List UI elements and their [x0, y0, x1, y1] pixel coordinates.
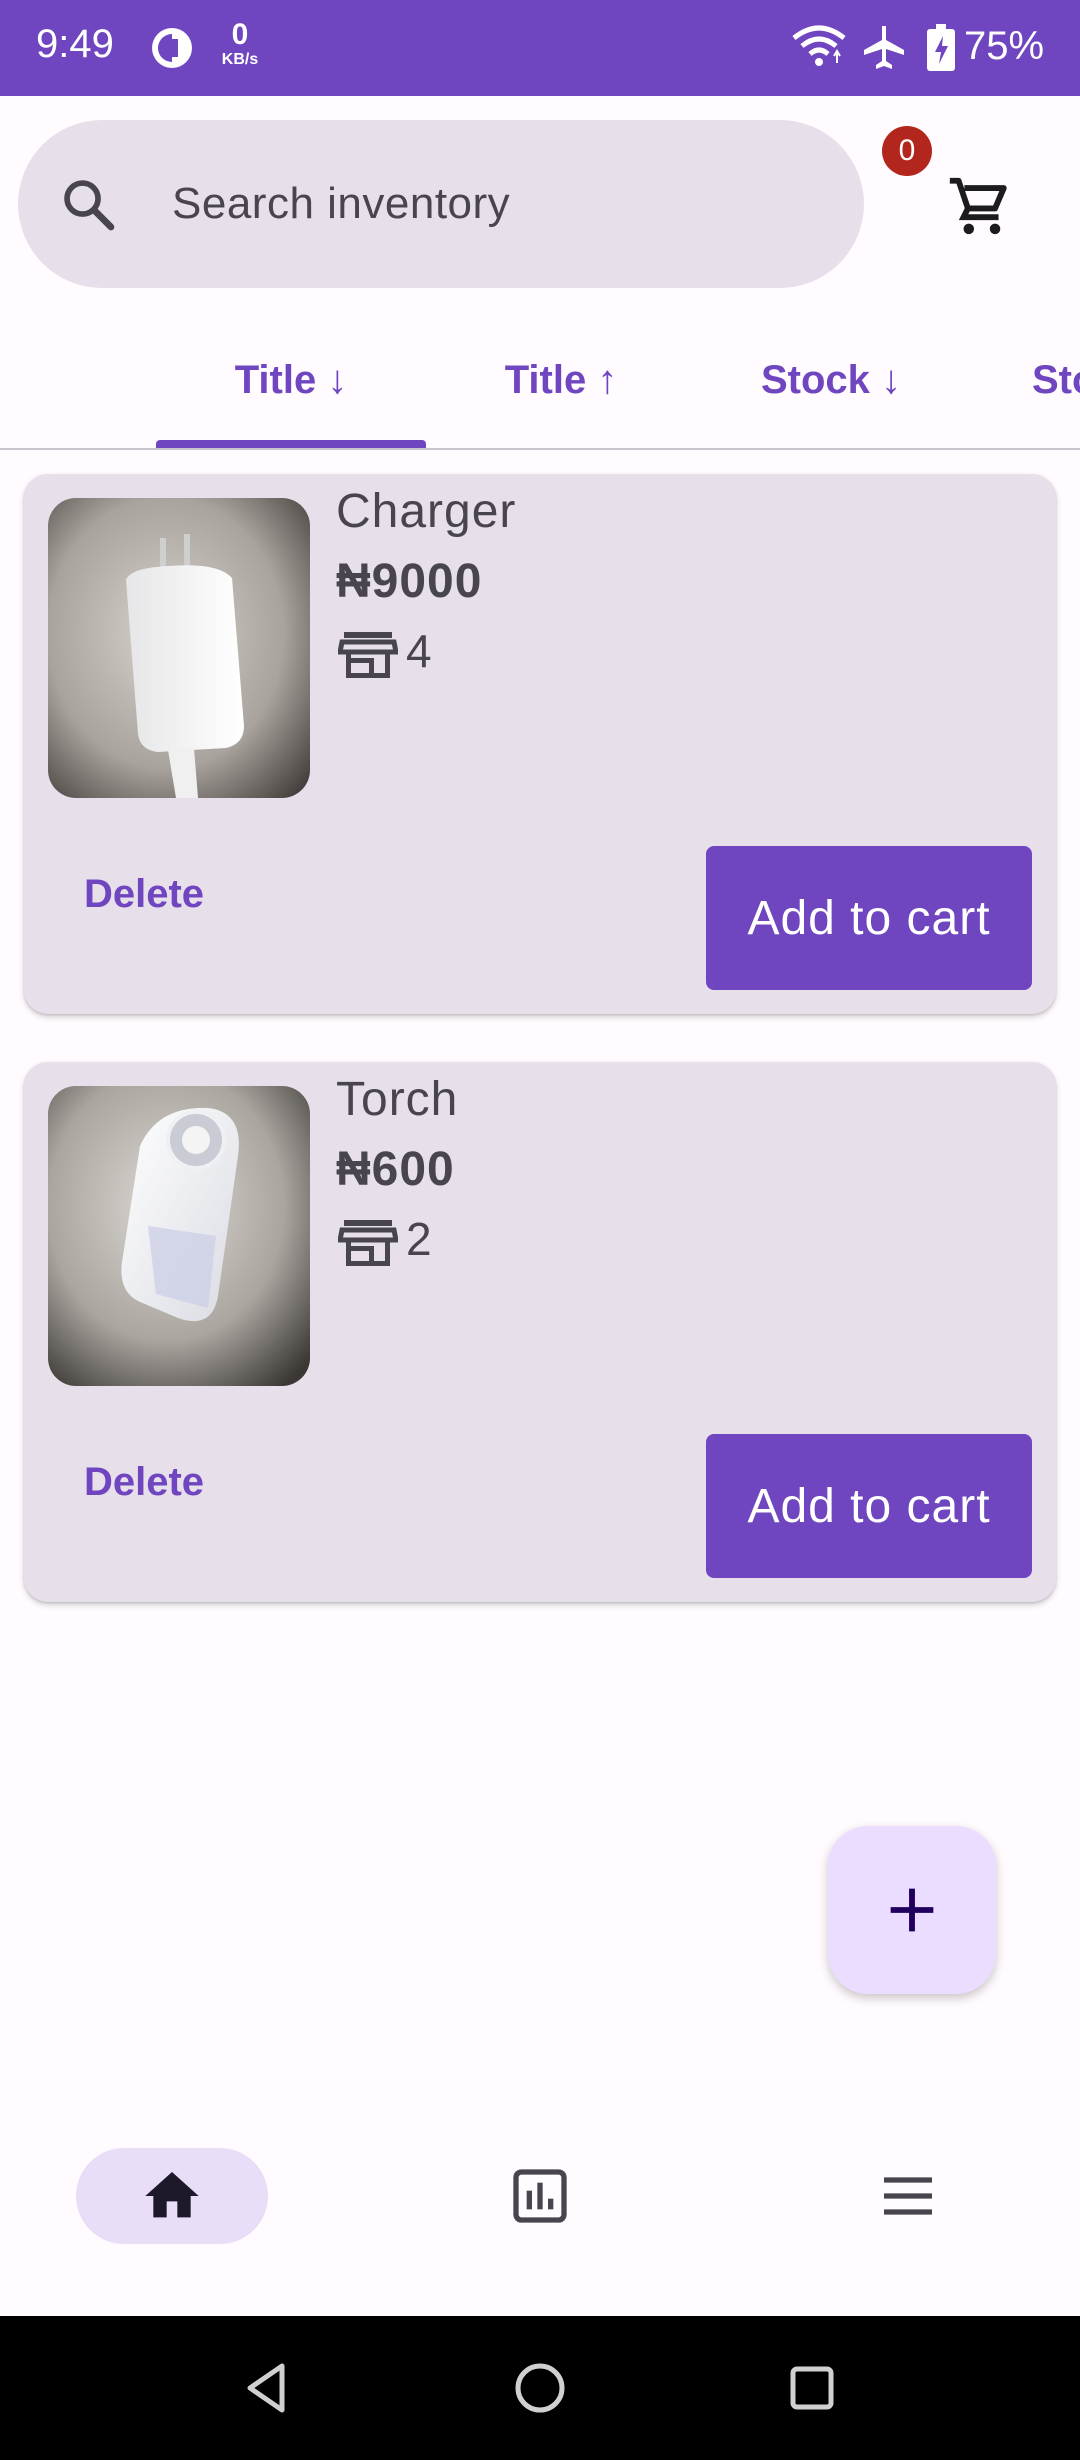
product-stock: 4	[406, 625, 432, 677]
system-navigation-bar	[0, 2316, 1080, 2460]
tab-title-desc[interactable]: Title ↓	[156, 330, 426, 450]
delete-button[interactable]: Delete	[54, 1432, 234, 1532]
product-stock: 2	[406, 1213, 432, 1265]
cart-icon	[949, 177, 1007, 235]
product-title: Torch	[336, 1073, 459, 1126]
add-to-cart-button[interactable]: Add to cart	[706, 846, 1032, 990]
delete-button[interactable]: Delete	[54, 844, 234, 944]
cart-button[interactable]: 0	[882, 126, 1040, 260]
status-time: 9:49	[36, 22, 114, 66]
recents-icon[interactable]	[780, 2356, 844, 2420]
nav-menu[interactable]	[812, 2148, 1004, 2244]
product-price: ₦600	[336, 1143, 455, 1196]
back-icon[interactable]	[236, 2356, 300, 2420]
search-icon	[64, 180, 115, 231]
bottom-navigation	[0, 2100, 1080, 2316]
product-title: Charger	[336, 485, 517, 538]
tab-stock-desc[interactable]: Stock ↓	[696, 330, 966, 450]
cart-count-badge: 0	[882, 126, 932, 176]
search-bar[interactable]	[18, 120, 864, 288]
torch-photo	[48, 1086, 310, 1386]
tab-stock-asc[interactable]: Stock ↑	[966, 330, 1080, 450]
inventory-screen: 9:49 0 KB/s 75% Search inventory 0 Title…	[0, 0, 1080, 2460]
sort-tabs: Title ↓ Title ↑ Stock ↓ Stock ↑	[0, 330, 1080, 450]
plus-icon	[890, 1888, 934, 1932]
home-circle-icon[interactable]	[508, 2356, 572, 2420]
active-tab-indicator	[156, 440, 426, 448]
airplane-mode-icon	[864, 26, 904, 69]
app-notification-icon	[152, 28, 192, 68]
battery-charging-icon	[927, 24, 955, 71]
add-product-fab[interactable]	[828, 1826, 996, 1994]
product-card: Torch ₦600 2 Delete Add to cart	[24, 1062, 1056, 1602]
battery-level: 75%	[964, 24, 1045, 68]
charger-photo	[48, 498, 310, 798]
bar-chart-icon	[513, 2169, 567, 2223]
menu-icon	[884, 2177, 932, 2215]
tab-title-asc[interactable]: Title ↑	[426, 330, 696, 450]
wifi-icon	[792, 25, 846, 66]
network-speed-unit: KB/s	[221, 51, 259, 68]
network-speed-value: 0	[231, 18, 249, 51]
add-to-cart-button[interactable]: Add to cart	[706, 1434, 1032, 1578]
store-icon	[338, 632, 398, 678]
home-icon	[145, 2172, 199, 2218]
search-input[interactable]	[172, 170, 812, 238]
store-icon	[338, 1220, 398, 1266]
nav-reports[interactable]	[444, 2148, 636, 2244]
status-bar: 9:49 0 KB/s 75%	[0, 0, 1080, 96]
network-speed: 0 KB/s	[214, 20, 266, 68]
product-card: Charger ₦9000 4 Delete Add to cart	[24, 474, 1056, 1014]
nav-home[interactable]	[76, 2148, 268, 2244]
product-price: ₦9000	[336, 555, 483, 608]
